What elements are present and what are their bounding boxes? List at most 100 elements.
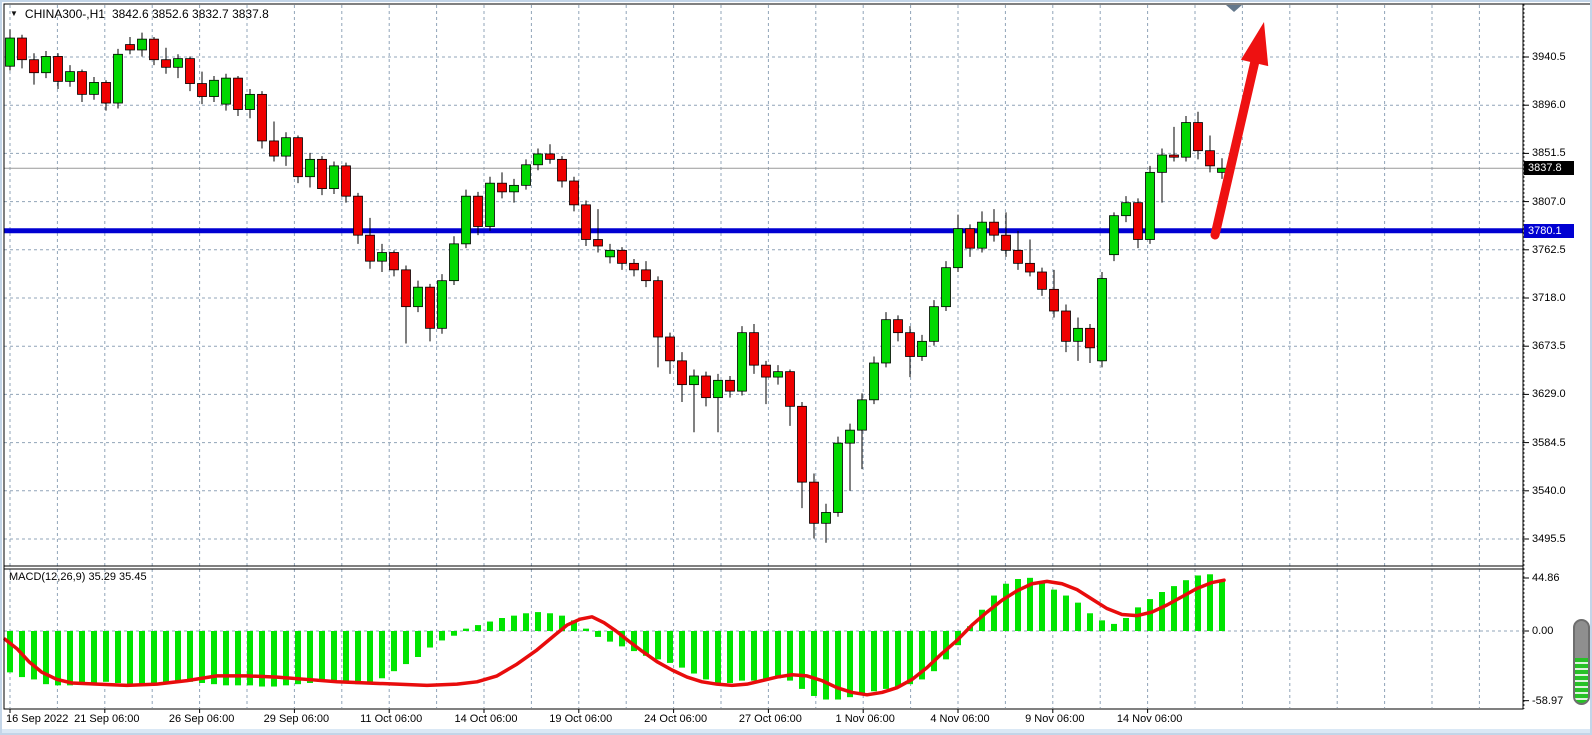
candle-bear [654,281,663,337]
macd-histogram-bar [1135,607,1141,631]
macd-histogram-bar [187,631,193,682]
candle-bear [474,196,483,226]
macd-histogram-bar [679,631,685,668]
macd-histogram-bar [763,631,769,679]
candle-bull [714,380,723,397]
candle-bear [1002,235,1011,250]
macd-histogram-bar [499,618,505,631]
time-tick-label: 11 Oct 06:00 [360,712,422,726]
chart-shift-marker-icon[interactable] [1226,5,1242,12]
candle-bull [978,222,987,248]
macd-histogram-bar [583,629,589,631]
candle-bull [822,512,831,523]
candle-bull [486,183,495,226]
time-tick-label: 16 Sep 2022 [6,712,68,726]
price-tick-label: 3673.5 [1532,339,1566,353]
candle-bull [90,82,99,94]
candle-bull [1110,216,1119,255]
candle-bull [330,166,339,189]
chart-window: ▼ CHINA300-,H1 3842.6 3852.6 3832.7 3837… [0,0,1592,735]
macd-histogram-bar [667,631,673,663]
candle-bull [690,376,699,385]
time-tick-label: 14 Oct 06:00 [455,712,518,726]
macd-histogram-bar [403,631,409,664]
macd-histogram-bar [811,631,817,696]
trend-arrow-head[interactable] [1241,22,1268,66]
chart-canvas[interactable] [2,2,1592,735]
macd-histogram-bar [1015,579,1021,631]
candle-bear [294,138,303,177]
macd-histogram-bar [319,631,325,682]
candle-bull [954,229,963,268]
macd-histogram-bar [127,631,133,684]
macd-histogram-bar [823,631,829,700]
price-tick-label: 3584.5 [1532,436,1566,450]
macd-histogram-bar [883,631,889,689]
candle-bull [1146,172,1155,239]
price-tick-label: 3807.0 [1532,195,1566,209]
candle-bear [1014,250,1023,263]
macd-histogram-bar [871,631,877,691]
macd-histogram-bar [475,625,481,631]
candle-bear [1038,272,1047,289]
trend-arrow-shaft[interactable] [1215,53,1257,235]
candle-bear [270,141,279,156]
macd-histogram-bar [535,612,541,631]
macd-histogram-bar [1123,618,1129,631]
candle-bear [630,263,639,269]
candle-bull [138,39,147,50]
macd-histogram-bar [115,631,121,683]
candle-bull [870,363,879,400]
candle-bear [402,270,411,307]
macd-histogram-bar [379,631,385,678]
macd-histogram-bar [991,596,997,631]
macd-histogram-bar [391,631,397,671]
candle-bear [594,240,603,246]
scrollbar-stripes [1575,658,1588,703]
candle-bull [738,333,747,391]
macd-histogram-bar [703,631,709,679]
macd-histogram-bar [1099,620,1105,631]
candle-bear [570,181,579,205]
candle-bear [162,60,171,68]
macd-histogram-bar [439,631,445,640]
candle-bull [1122,203,1131,216]
macd-histogram-bar [595,631,601,637]
macd-tick-label: 0.00 [1532,624,1553,638]
macd-histogram-bar [139,631,145,685]
macd-histogram-bar [31,631,37,679]
price-axis[interactable]: 3940.53896.03851.53807.03762.53718.03673… [1523,4,1592,709]
macd-histogram-bar [739,631,745,681]
macd-histogram-bar [331,631,337,682]
macd-histogram-bar [655,631,661,659]
macd-histogram-bar [907,631,913,684]
last-price-badge: 3837.8 [1524,161,1574,175]
macd-histogram-bar [1003,584,1009,631]
time-axis[interactable]: 16 Sep 202221 Sep 06:0026 Sep 06:0029 Se… [4,710,1523,730]
macd-histogram-bar [523,613,529,631]
macd-histogram-bar [1171,586,1177,631]
candle-bear [762,365,771,377]
macd-histogram-bar [7,631,13,672]
candle-bull [462,196,471,244]
candle-bear [990,222,999,235]
macd-histogram-bar [715,631,721,683]
candle-bull [774,372,783,377]
macd-histogram-bar [355,631,361,684]
macd-histogram-bar [427,631,433,648]
candle-bull [246,94,255,109]
candle-bear [678,361,687,385]
symbol-ohlc-values: 3842.6 3852.6 3832.7 3837.8 [112,7,269,21]
scrollbar-thumb[interactable] [1573,619,1590,705]
macd-histogram-bar [91,631,97,683]
candle-bear [618,250,627,263]
macd-histogram-bar [415,631,421,657]
candle-bear [726,380,735,391]
candle-bull [282,138,291,156]
macd-histogram-bar [1039,583,1045,631]
candle-bull [414,287,423,306]
candle-bear [498,183,507,192]
symbol-dropdown-icon[interactable]: ▼ [10,9,18,18]
candle-bear [30,60,39,73]
candle-bull [918,341,927,356]
